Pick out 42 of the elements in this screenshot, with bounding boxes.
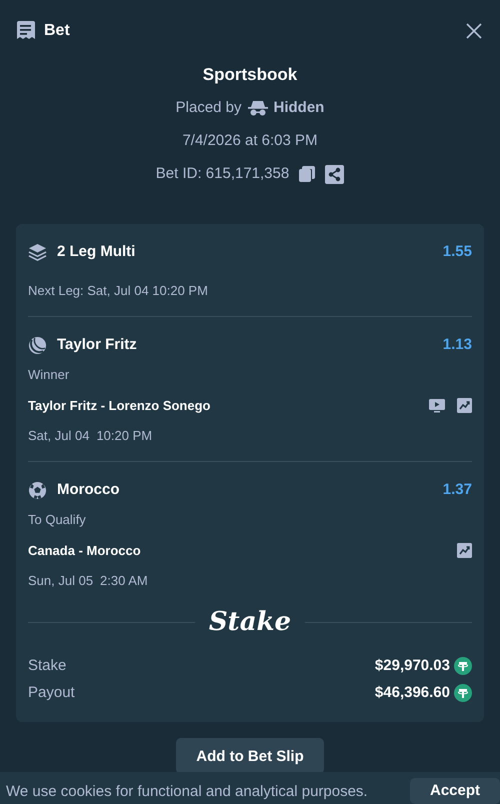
coin-icon (454, 684, 472, 702)
multi-title: 2 Leg Multi (57, 242, 136, 262)
total-label: Payout (28, 682, 75, 702)
close-icon[interactable] (466, 23, 482, 39)
chart-icon[interactable] (457, 543, 472, 558)
selection-name: Morocco (57, 480, 120, 500)
total-amount: $46,396.60 (374, 682, 450, 702)
accept-button[interactable]: Accept (410, 778, 500, 804)
copy-icon[interactable] (298, 165, 316, 183)
share-icon[interactable] (325, 164, 344, 184)
coin-icon (454, 657, 472, 676)
event-name: Taylor Fritz - Lorenzo Sonego (28, 397, 210, 415)
incognito-icon (248, 100, 268, 116)
event-date: Sat, Jul 04 (28, 426, 90, 444)
user-name: Hidden (274, 98, 324, 118)
layers-icon (28, 242, 47, 262)
placed-by-label: Placed by (176, 98, 242, 118)
market-name: To Qualify (28, 510, 87, 529)
event-time: 2:30 AM (100, 572, 148, 590)
selection-odds: 1.37 (442, 480, 472, 500)
dialog-title: Bet (44, 21, 70, 41)
ball-icon (28, 336, 47, 355)
total-label: Stake (28, 656, 66, 676)
bet-date: 7/4/2026 at 6:03 PM (182, 131, 318, 151)
selection-odds: 1.13 (442, 335, 472, 355)
cookie-message: We use cookies for functional and analytical purposes. (6, 782, 368, 802)
add-to-bet-slip-button[interactable]: Add to Bet Slip (176, 738, 324, 774)
total-odds: 1.55 (442, 242, 472, 262)
brand-logo: Stake (208, 607, 292, 637)
total-amount: $29,970.03 (374, 656, 450, 676)
next-leg-time: Next Leg: Sat, Jul 04 10:20 PM (28, 282, 209, 300)
receipt-icon (16, 21, 35, 41)
chart-icon[interactable] (457, 398, 472, 414)
market-name: Winner (28, 366, 70, 384)
event-time: 10:20 PM (96, 426, 152, 444)
soccer-ball-icon (28, 480, 47, 500)
selection-name: Taylor Fritz (57, 335, 137, 355)
event-name: Canada - Morocco (28, 542, 141, 560)
tv-icon[interactable] (429, 398, 445, 413)
section-title: Sportsbook (202, 65, 298, 85)
bet-id: Bet ID: 615,171,358 (156, 164, 290, 184)
event-date: Sun, Jul 05 (28, 572, 94, 590)
